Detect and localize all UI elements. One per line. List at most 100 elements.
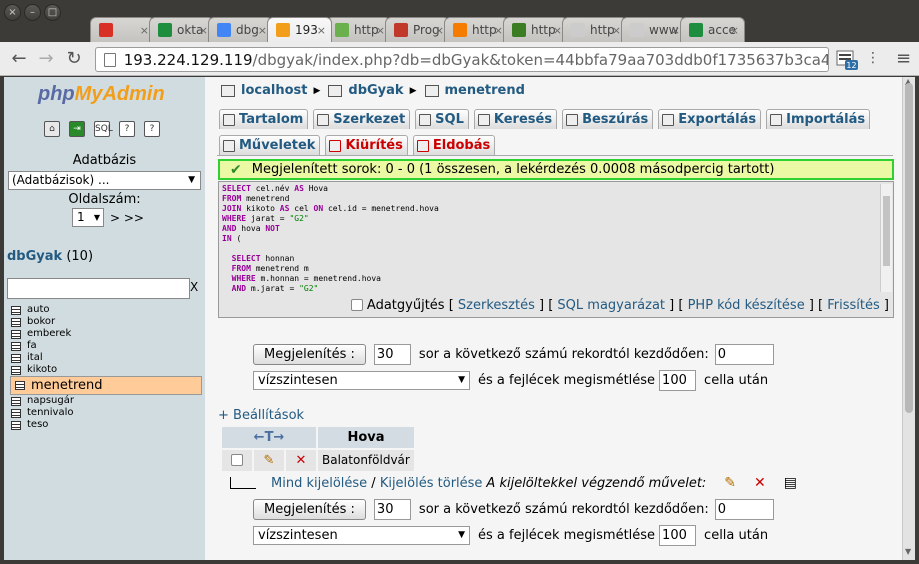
home-icon[interactable]: ⌂ — [44, 121, 60, 137]
show-button[interactable]: Megjelenítés : — [253, 499, 366, 520]
browser-tab[interactable]: http × — [326, 17, 391, 42]
tab-exportalas[interactable]: Exportálás — [658, 109, 762, 129]
tab-tartalom[interactable]: Tartalom — [219, 109, 309, 129]
tab-close-icon[interactable]: × — [317, 24, 326, 37]
list-item[interactable]: tennivalo — [10, 407, 202, 419]
overflow-menu-icon[interactable]: ⋮ — [866, 50, 880, 66]
browser-tab[interactable]: 193 × — [267, 17, 332, 42]
browser-tab[interactable]: okta × — [149, 17, 214, 42]
list-item[interactable]: fa — [10, 340, 202, 352]
row-checkbox[interactable] — [231, 454, 243, 466]
repeat-input[interactable]: 100 — [659, 525, 697, 546]
breadcrumb-server[interactable]: localhost — [241, 83, 307, 98]
edit-query-link[interactable]: Szerkesztés — [458, 298, 535, 313]
tab-close-icon[interactable]: × — [140, 24, 149, 37]
sql-docs-icon[interactable]: ? — [144, 121, 160, 137]
settings-wrench-icon[interactable]: ≡ — [896, 48, 911, 69]
rows-input[interactable]: 30 — [373, 344, 411, 365]
browser-tab[interactable]: www × — [621, 17, 686, 42]
sql-query-code[interactable]: SELECT cel.név AS Hova FROM menetrend JO… — [222, 184, 878, 294]
address-bar[interactable]: 193.224.129.119/dbgyak/index.php?db=dbGy… — [95, 47, 829, 72]
browser-tab[interactable]: dbg × — [208, 17, 273, 42]
list-item[interactable]: bokor — [10, 316, 202, 328]
tab-importalas[interactable]: Importálás — [766, 109, 871, 129]
docs-icon[interactable]: ? — [119, 121, 135, 137]
explain-sql-link[interactable]: SQL magyarázat — [557, 298, 665, 313]
tab-sql[interactable]: SQL — [415, 109, 469, 129]
start-input[interactable]: 0 — [714, 344, 774, 365]
create-php-code-link[interactable]: PHP kód készítése — [688, 298, 805, 313]
database-link[interactable]: dbGyak — [7, 249, 62, 264]
display-mode-select[interactable]: vízszintesen ▼ — [253, 526, 470, 545]
tab-szerkezet[interactable]: Szerkezet — [313, 109, 411, 129]
rows-input[interactable]: 30 — [373, 499, 411, 520]
browser-tab[interactable]: http × — [444, 17, 509, 42]
tab-close-icon[interactable]: × — [435, 24, 444, 37]
browser-tab[interactable]: acce × — [680, 17, 745, 42]
breadcrumb-table[interactable]: menetrend — [445, 83, 525, 98]
tab-kereses[interactable]: Keresés — [473, 109, 558, 129]
page-scrollbar[interactable]: ▲ ▼ — [902, 77, 915, 560]
edit-pencil-icon[interactable]: ✎ — [724, 475, 736, 491]
edit-pencil-icon[interactable]: ✎ — [254, 450, 284, 471]
export-icon[interactable]: ▤ — [784, 475, 797, 491]
check-all-link[interactable]: Mind kijelölése — [271, 476, 367, 491]
extension-icon[interactable]: 12 — [836, 48, 858, 70]
uncheck-all-link[interactable]: Kijelölés törlése — [380, 476, 483, 491]
browser-tab[interactable]: http × — [562, 17, 627, 42]
tab-close-icon[interactable]: × — [612, 24, 621, 37]
display-mode-select[interactable]: vízszintesen ▼ — [253, 371, 470, 390]
tab-close-icon[interactable]: × — [553, 24, 562, 37]
page-scrollbar-thumb[interactable] — [905, 83, 913, 413]
tab-eldobas[interactable]: Eldobás — [412, 135, 496, 155]
window-maximize-button[interactable]: □ — [44, 4, 61, 21]
page-next-links[interactable]: > >> — [110, 211, 144, 225]
tab-close-icon[interactable]: × — [199, 24, 208, 37]
tab-close-icon[interactable]: × — [671, 24, 680, 37]
table-filter-input[interactable] — [7, 278, 190, 299]
forward-arrow-icon[interactable]: → — [35, 48, 57, 70]
tab-beszuras[interactable]: Beszúrás — [562, 109, 654, 129]
breadcrumb-database[interactable]: dbGyak — [348, 83, 403, 98]
logout-icon[interactable]: ⇥ — [69, 121, 85, 137]
list-item[interactable]: ital — [10, 352, 202, 364]
scroll-down-icon[interactable]: ▼ — [905, 547, 911, 556]
tab-close-icon[interactable]: × — [730, 24, 739, 37]
database-select[interactable]: (Adatbázisok) ... ▼ — [8, 171, 201, 190]
tab-close-icon[interactable]: × — [494, 24, 503, 37]
refresh-link[interactable]: Frissítés — [827, 298, 880, 313]
tab-close-icon[interactable]: × — [376, 24, 385, 37]
window-close-button[interactable]: × — [4, 4, 21, 21]
page-number-select[interactable]: 1 ▼ — [72, 208, 104, 227]
tab-close-icon[interactable]: × — [258, 24, 267, 37]
column-arrows-icon[interactable]: ←T→ — [222, 427, 316, 448]
list-item[interactable]: napsugár — [10, 395, 202, 407]
sql-scrollbar[interactable] — [880, 184, 892, 292]
tab-kiurites[interactable]: Kiürítés — [325, 135, 408, 155]
browser-tab[interactable]: http × — [503, 17, 568, 42]
profiling-checkbox[interactable] — [350, 299, 363, 311]
browser-tab[interactable]: Prog × — [385, 17, 450, 42]
delete-x-icon[interactable]: ✕ — [286, 450, 316, 471]
list-item[interactable]: emberek — [10, 328, 202, 340]
list-item[interactable]: menetrend — [10, 376, 202, 395]
show-button[interactable]: Megjelenítés : — [253, 344, 366, 365]
sql-scrollbar-thumb[interactable] — [883, 196, 890, 266]
sql-query-icon[interactable]: SQL — [94, 121, 113, 137]
tab-muveletek[interactable]: Műveletek — [219, 135, 321, 155]
filter-clear-button[interactable]: X — [190, 280, 198, 294]
settings-link[interactable]: + Beállítások — [218, 408, 304, 423]
repeat-input[interactable]: 100 — [659, 370, 697, 391]
delete-x-icon[interactable]: ✕ — [754, 475, 766, 491]
list-item[interactable]: teso — [10, 419, 202, 431]
phpmyadmin-logo[interactable]: phpMyAdmin — [38, 83, 165, 106]
back-arrow-icon[interactable]: ← — [8, 48, 30, 70]
browser-tab[interactable]: × — [90, 17, 155, 42]
list-item[interactable]: kikoto — [10, 364, 202, 376]
settings-toggle[interactable]: + Beállítások — [218, 408, 304, 423]
list-item[interactable]: auto — [10, 304, 202, 316]
column-header[interactable]: Hova — [318, 427, 414, 448]
window-minimize-button[interactable]: – — [24, 4, 41, 21]
reload-icon[interactable]: ↻ — [63, 48, 85, 70]
start-input[interactable]: 0 — [714, 499, 774, 520]
